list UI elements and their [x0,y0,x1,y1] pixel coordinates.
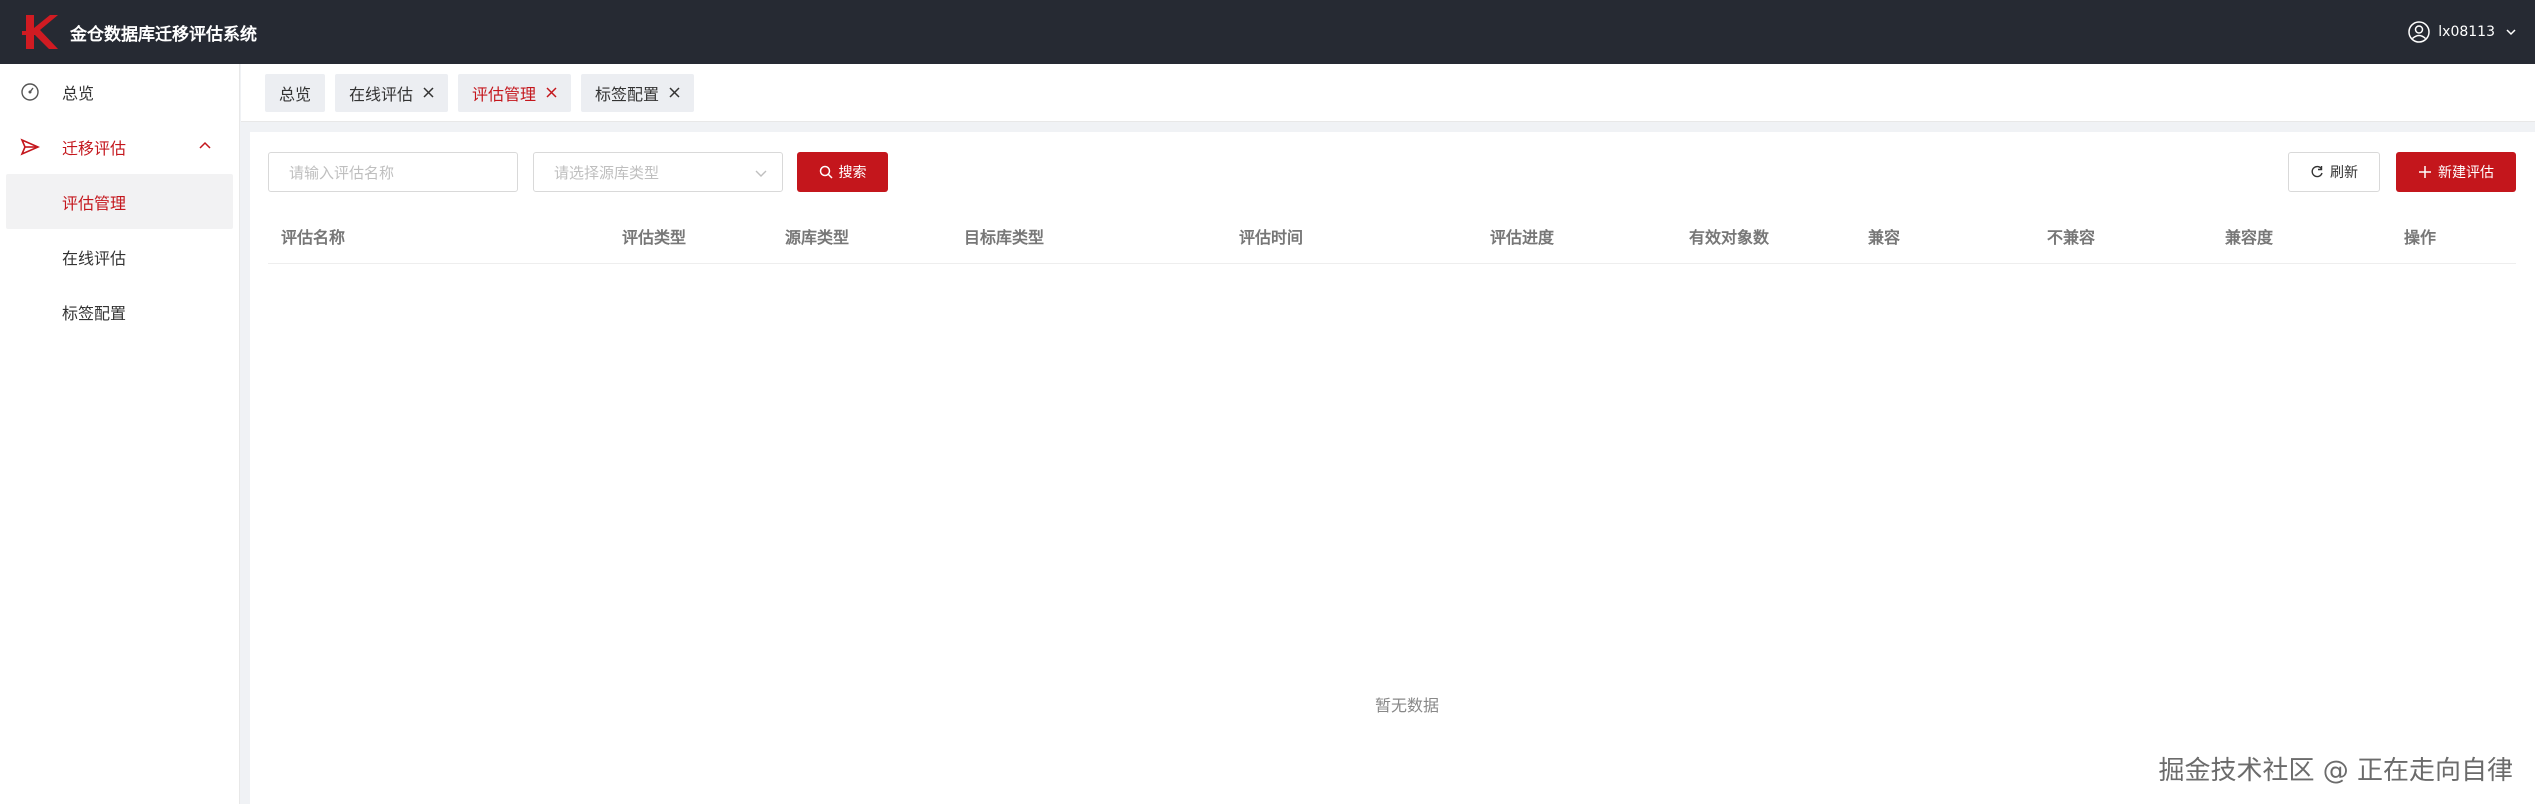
refresh-button-label: 刷新 [2330,165,2358,181]
tab-tag-config[interactable]: 标签配置 [581,73,695,112]
sidebar-item-assessment-management[interactable]: 评估管理 [6,174,233,229]
source-type-select[interactable]: 请选择源库类型 [533,152,783,192]
sidebar-item-migration-assessment[interactable]: 迁移评估 [0,119,239,174]
tab-label: 总览 [279,84,312,104]
column-header: 有效对象数 [1689,228,1770,247]
refresh-icon [2311,165,2323,178]
sidebar-item-label: 评估管理 [62,193,127,213]
column-header: 操作 [2404,228,2437,247]
empty-state-text: 暂无数据 [1374,696,1439,715]
close-icon[interactable] [669,87,680,98]
sidebar-item-overview[interactable]: 总览 [0,64,239,119]
main-content: 请输入评估名称 请选择源库类型 搜索 刷新 新建评估 评估名称 评估类型 源库类… [250,132,2535,804]
sidebar-item-online-assessment[interactable]: 在线评估 [0,229,239,284]
new-assessment-button[interactable]: 新建评估 [2396,152,2516,192]
sidebar-item-label: 标签配置 [62,303,127,323]
sidebar-item-label: 在线评估 [62,248,127,268]
column-header: 兼容 [1868,228,1901,247]
close-icon[interactable] [546,87,557,98]
search-button-label: 搜索 [838,165,867,181]
user-icon [2408,21,2431,43]
app-title: 金仓数据库迁移评估系统 [70,24,257,45]
tab-label: 标签配置 [595,84,660,104]
table-header: 评估名称 评估类型 源库类型 目标库类型 评估时间 评估进度 有效对象数 兼容 … [268,208,2516,264]
column-header: 兼容度 [2225,228,2274,247]
top-bar: 金仓数据库迁移评估系统 lx08113 [0,0,2535,64]
plus-icon [2419,166,2431,178]
sidebar: 总览 迁移评估 评估管理 在线评估 标签配置 [0,64,240,804]
kingbase-logo-icon [22,15,58,49]
sidebar-item-label: 总览 [62,83,95,103]
search-button[interactable]: 搜索 [797,152,888,192]
sidebar-item-label: 迁移评估 [62,138,127,158]
input-placeholder: 请输入评估名称 [289,163,395,182]
chevron-up-icon [199,141,211,149]
tab-overview[interactable]: 总览 [265,73,326,112]
tab-assessment-management[interactable]: 评估管理 [458,73,572,112]
assessment-name-input[interactable]: 请输入评估名称 [268,152,518,192]
column-header: 目标库类型 [964,228,1045,247]
column-header: 源库类型 [785,228,850,247]
column-header: 评估时间 [1239,228,1304,247]
refresh-button[interactable]: 刷新 [2288,152,2380,192]
dashboard-icon [21,82,39,101]
watermark: 掘金技术社区 @ 正在走向自律 [2158,756,2513,786]
user-menu[interactable]: lx08113 [2408,0,2517,64]
search-icon [819,165,833,179]
column-header: 评估类型 [622,228,687,247]
tab-online-assessment[interactable]: 在线评估 [335,73,449,112]
tabs-bar: 总览 在线评估 评估管理 标签配置 [241,64,2535,122]
username: lx08113 [2438,24,2495,40]
tab-label: 在线评估 [349,84,414,104]
send-icon [20,137,40,156]
sidebar-item-tag-config[interactable]: 标签配置 [0,284,239,339]
new-assessment-button-label: 新建评估 [2438,165,2494,181]
column-header: 不兼容 [2047,228,2096,247]
column-header: 评估名称 [281,228,346,247]
tab-label: 评估管理 [472,84,537,104]
chevron-down-icon [2506,29,2516,36]
close-icon[interactable] [423,87,434,98]
chevron-down-icon [755,170,767,177]
column-header: 评估进度 [1490,228,1555,247]
select-placeholder: 请选择源库类型 [554,163,660,182]
